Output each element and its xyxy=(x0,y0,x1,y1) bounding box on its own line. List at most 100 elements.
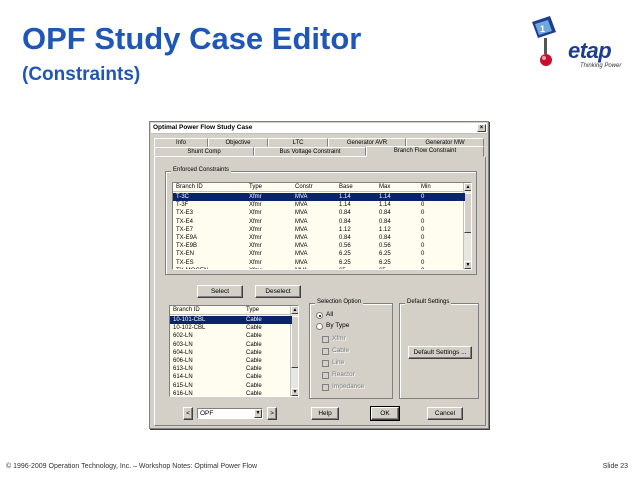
table-cell: 1.14 xyxy=(379,202,391,209)
tab-shunt-comp[interactable]: Shunt Comp xyxy=(154,147,254,156)
available-branch-row[interactable]: 603-LN Cable xyxy=(170,341,292,349)
available-branch-row[interactable]: 615-LN Cable xyxy=(170,382,292,390)
table-cell: 0.56 xyxy=(339,243,351,250)
enforced-constraint-row[interactable]: TX-EN Xfmr MVA 6.25 6.25 0 xyxy=(173,250,465,258)
table-cell: Xfmr xyxy=(249,226,262,233)
selection-option-group: Selection Option All By Type Xfmr Cable … xyxy=(309,299,393,399)
table-cell: TX-EN xyxy=(176,251,194,258)
table-cell: Xfmr xyxy=(249,194,262,200)
tab-ltc[interactable]: LTC xyxy=(268,138,328,147)
scroll-thumb[interactable] xyxy=(464,193,471,233)
impedance-label: Impedance xyxy=(332,383,365,390)
selection-option-label: Selection Option xyxy=(315,299,364,305)
available-branches-table[interactable]: Branch ID Type ▲ ▼ 10-101-CBL Cable 10-102-… xyxy=(169,305,299,397)
enforced-constraint-row[interactable]: T-3F Xfmr MVA 1.14 1.14 0 xyxy=(173,201,465,209)
enforced-constraints-group: Enforced Constraints Branch ID Type Constr… xyxy=(165,167,477,275)
all-radio[interactable] xyxy=(316,312,323,319)
scroll-up-icon[interactable]: ▲ xyxy=(464,183,471,191)
tab-objective[interactable]: Objective xyxy=(208,138,268,147)
table-cell: MVA xyxy=(295,267,308,269)
scroll-down-icon[interactable]: ▼ xyxy=(464,261,471,269)
enforced-constraint-row[interactable]: TX-E7 Xfmr MVA 1.12 1.12 0 xyxy=(173,226,465,234)
column-header[interactable]: Base xyxy=(339,183,353,192)
available-branch-row[interactable]: 10-102-CBL Cable xyxy=(170,324,292,332)
table-cell: TX-MOGEN xyxy=(176,267,208,269)
enforced-constraint-row[interactable]: TX-E3 Xfmr MVA 0.84 0.84 0 xyxy=(173,209,465,217)
tab-bus-voltage-constraint[interactable]: Bus Voltage Constraint xyxy=(254,147,366,156)
dialog-title: Optimal Power Flow Study Case xyxy=(153,124,253,131)
table-cell: Xfmr xyxy=(249,202,262,209)
xfmr-label: Xfmr xyxy=(332,335,346,342)
cancel-button[interactable]: Cancel xyxy=(427,407,463,420)
column-header[interactable]: Constr xyxy=(295,183,313,192)
close-button[interactable]: × xyxy=(477,124,486,132)
column-header[interactable]: Max xyxy=(379,183,390,192)
table-cell: 0.84 xyxy=(339,210,351,217)
deselect-button[interactable]: Deselect xyxy=(255,285,301,298)
table-cell: Cable xyxy=(246,390,262,397)
column-header[interactable]: Type xyxy=(246,306,259,315)
column-header[interactable]: Type xyxy=(249,183,262,192)
next-case-button[interactable]: > xyxy=(267,407,277,420)
branch-flow-panel: Enforced Constraints Branch ID Type Constr… xyxy=(154,156,486,426)
table-cell: 1.14 xyxy=(379,194,391,200)
scroll-up-icon[interactable]: ▲ xyxy=(291,306,298,314)
tab-info[interactable]: Info xyxy=(154,138,208,147)
slide-subtitle: (Constraints) xyxy=(22,64,141,85)
impedance-checkbox[interactable] xyxy=(322,384,329,391)
available-branch-row[interactable]: 10-101-CBL Cable xyxy=(170,316,292,325)
default-settings-button[interactable]: Default Settings ... xyxy=(408,346,472,359)
table-cell: Cable xyxy=(246,341,262,348)
table-cell: 0 xyxy=(421,202,425,209)
enforced-constraint-row[interactable]: TX-MOGEN Xfmr MVA 65 65 0 xyxy=(173,267,465,269)
prev-case-button[interactable]: < xyxy=(183,407,193,420)
study-case-combo[interactable]: OPF ▼ xyxy=(197,408,263,419)
available-branch-row[interactable]: 602-LN Cable xyxy=(170,332,292,340)
available-branch-row[interactable]: 614-LN Cable xyxy=(170,373,292,381)
table-cell: 6.25 xyxy=(379,259,391,266)
enforced-constraint-row[interactable]: TX-E9B Xfmr MVA 0.56 0.56 0 xyxy=(173,242,465,250)
enforced-constraint-row[interactable]: T-3C Xfmr MVA 1.14 1.14 0 xyxy=(173,193,465,202)
table-cell: TX-ES xyxy=(176,259,194,266)
column-header[interactable]: Branch ID xyxy=(176,183,203,192)
tab-branch-flow-constraint[interactable]: Branch Flow Constraint xyxy=(366,146,484,157)
available-branch-row[interactable]: 606-LN Cable xyxy=(170,357,292,365)
enforced-constraints-table[interactable]: Branch ID Type Constr Base Max Min ▲ ▼ T-3C Xf… xyxy=(172,182,472,270)
etap-logo-icon: 1 xyxy=(532,16,556,66)
scroll-thumb[interactable] xyxy=(291,316,298,368)
table-cell: MVA xyxy=(295,202,308,209)
column-header[interactable]: Branch ID xyxy=(173,306,200,315)
table-cell: MVA xyxy=(295,235,308,241)
table-cell: Xfmr xyxy=(249,218,262,225)
line-checkbox[interactable] xyxy=(322,360,329,367)
chevron-down-icon[interactable]: ▼ xyxy=(254,409,262,418)
available-branch-row[interactable]: 616-LN Cable xyxy=(170,390,292,397)
enforced-constraint-row[interactable]: TX-E4 Xfmr MVA 0.84 0.84 0 xyxy=(173,218,465,226)
enforced-constraint-row[interactable]: TX-E9A Xfmr MVA 0.84 0.84 0 xyxy=(173,234,465,242)
default-settings-group: Default Settings Default Settings ... xyxy=(399,299,479,399)
table-cell: 1.12 xyxy=(379,226,391,233)
column-header[interactable]: Min xyxy=(421,183,431,192)
opf-study-case-dialog: Optimal Power Flow Study Case × Info Obj… xyxy=(149,121,489,429)
reactor-checkbox[interactable] xyxy=(322,372,329,379)
table-cell: MVA xyxy=(295,210,308,217)
table-cell: 1.14 xyxy=(339,194,351,200)
ok-button[interactable]: OK xyxy=(370,406,400,421)
table-cell: 0 xyxy=(421,243,425,250)
dialog-titlebar: Optimal Power Flow Study Case × xyxy=(151,123,487,134)
scroll-down-icon[interactable]: ▼ xyxy=(291,388,298,396)
xfmr-checkbox[interactable] xyxy=(322,336,329,343)
available-branch-row[interactable]: 604-LN Cable xyxy=(170,349,292,357)
table-cell: 0 xyxy=(421,226,425,233)
available-branch-row[interactable]: 613-LN Cable xyxy=(170,365,292,373)
footer-copyright: © 1996-2009 Operation Technology, Inc. –… xyxy=(6,463,258,470)
cable-checkbox[interactable] xyxy=(322,348,329,355)
table-cell: Xfmr xyxy=(249,251,262,258)
table-cell: 0.56 xyxy=(379,243,391,250)
table-cell: Cable xyxy=(246,382,262,389)
by-type-radio[interactable] xyxy=(316,323,323,330)
enforced-constraint-row[interactable]: TX-ES Xfmr MVA 6.25 6.25 0 xyxy=(173,259,465,267)
select-button[interactable]: Select xyxy=(197,285,243,298)
table-cell: MVA xyxy=(295,243,308,250)
help-button[interactable]: Help xyxy=(311,407,339,420)
